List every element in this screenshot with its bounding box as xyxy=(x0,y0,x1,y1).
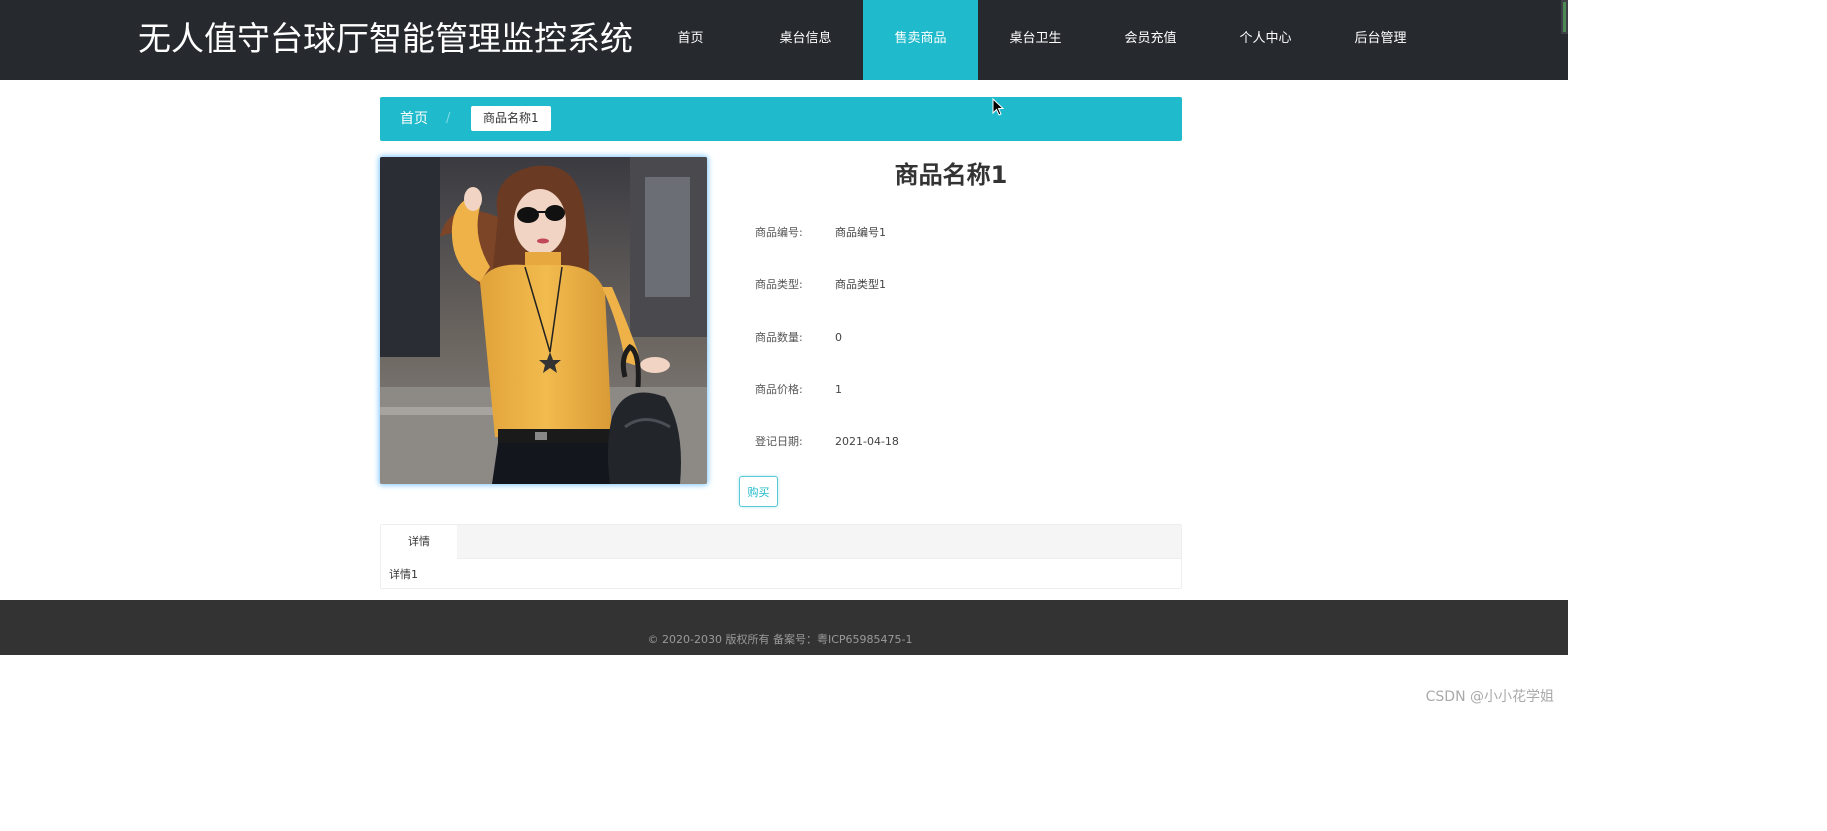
nav-home[interactable]: 首页 xyxy=(633,0,748,80)
tab-bar xyxy=(381,525,1181,559)
buy-button[interactable]: 购买 xyxy=(739,476,778,507)
breadcrumb-separator: / xyxy=(446,111,451,126)
field-value: 0 xyxy=(835,331,842,344)
field-product-code: 商品编号: 商品编号1 xyxy=(755,225,886,241)
tab-detail[interactable]: 详情 xyxy=(381,525,457,559)
breadcrumb-home-link[interactable]: 首页 xyxy=(400,109,428,129)
field-value: 2021-04-18 xyxy=(835,435,899,448)
field-product-type: 商品类型: 商品类型1 xyxy=(755,277,886,293)
field-label: 商品编号: xyxy=(755,226,803,239)
mouse-cursor-icon xyxy=(992,97,1005,120)
nav-products[interactable]: 售卖商品 xyxy=(863,0,978,80)
field-label: 登记日期: xyxy=(755,435,803,448)
nav-table-hygiene[interactable]: 桌台卫生 xyxy=(978,0,1093,80)
field-value: 1 xyxy=(835,383,842,396)
breadcrumb: 首页 / 商品名称1 xyxy=(380,97,1182,141)
field-label: 商品类型: xyxy=(755,278,803,291)
top-header: 无人值守台球厅智能管理监控系统 首页 桌台信息 售卖商品 桌台卫生 会员充值 个… xyxy=(0,0,1568,80)
field-register-date: 登记日期: 2021-04-18 xyxy=(755,434,899,450)
field-label: 商品价格: xyxy=(755,383,803,396)
tab-detail-content: 详情1 xyxy=(389,568,418,581)
nav-member-recharge[interactable]: 会员充值 xyxy=(1093,0,1208,80)
csdn-watermark: CSDN @小小花学姐 xyxy=(1425,689,1554,705)
field-product-quantity: 商品数量: 0 xyxy=(755,330,842,346)
field-label: 商品数量: xyxy=(755,331,803,344)
detail-tab-panel: 详情 详情1 xyxy=(380,524,1182,589)
nav-admin[interactable]: 后台管理 xyxy=(1323,0,1438,80)
scrollbar[interactable] xyxy=(1561,0,1568,34)
nav-table-info[interactable]: 桌台信息 xyxy=(748,0,863,80)
site-title: 无人值守台球厅智能管理监控系统 xyxy=(138,19,633,58)
field-value: 商品类型1 xyxy=(835,278,886,291)
footer-copyright: © 2020-2030 版权所有 备案号：粤ICP65985475-1 xyxy=(647,633,913,646)
field-value: 商品编号1 xyxy=(835,226,886,239)
main-nav: 首页 桌台信息 售卖商品 桌台卫生 会员充值 个人中心 后台管理 xyxy=(633,0,1438,80)
product-image xyxy=(380,157,707,484)
nav-personal-center[interactable]: 个人中心 xyxy=(1208,0,1323,80)
breadcrumb-current: 商品名称1 xyxy=(471,106,551,131)
field-product-price: 商品价格: 1 xyxy=(755,382,842,398)
product-title: 商品名称1 xyxy=(894,161,1008,189)
